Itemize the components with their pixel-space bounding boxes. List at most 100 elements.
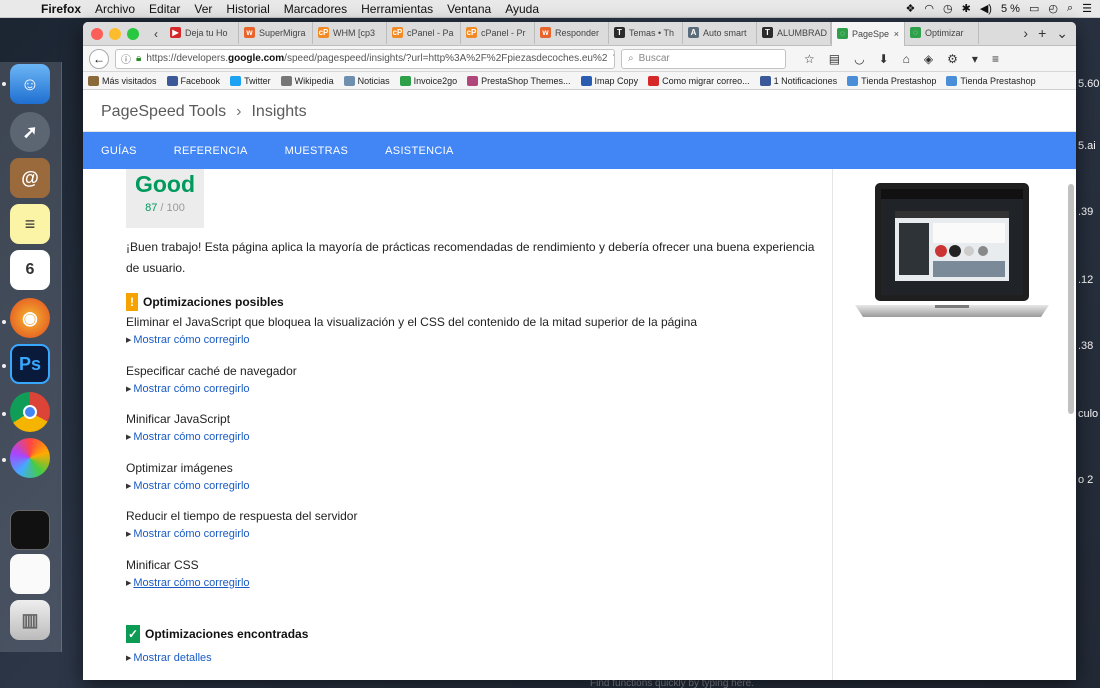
app-menu[interactable]: Firefox xyxy=(34,2,88,16)
bookmark-label: Invoice2go xyxy=(413,75,458,86)
triangle-right-icon: ▶ xyxy=(126,434,132,441)
lock-icon[interactable]: 🔒︎ xyxy=(136,53,141,64)
browser-tab[interactable]: cP WHM [cp3 xyxy=(313,22,387,44)
url-bar[interactable]: ⓘ 🔒︎ https://developers.google.com/speed… xyxy=(115,48,615,69)
bookmark-label: Más visitados xyxy=(102,75,157,86)
reading-list-icon[interactable]: ▤ xyxy=(829,52,840,66)
notes-icon[interactable]: ≡ xyxy=(10,204,50,244)
tab-scroll-right-icon[interactable]: › xyxy=(1023,25,1028,42)
bookmark-item[interactable]: Tienda Prestashop xyxy=(946,75,1036,86)
show-fix-link[interactable]: ▶ Mostrar cómo corregirlo xyxy=(126,431,826,443)
browser-tab[interactable]: A Auto smart xyxy=(683,22,757,44)
bookmark-star-icon[interactable]: ☆ xyxy=(804,52,815,66)
optimization-title: Eliminar el JavaScript que bloquea la vi… xyxy=(126,315,697,329)
bookmark-item[interactable]: Invoice2go xyxy=(399,75,458,86)
bookmark-item[interactable]: Como migrar correo... xyxy=(648,75,750,86)
extension-dropdown-icon[interactable]: ▾ xyxy=(972,52,978,66)
downloads-icon[interactable]: ⬇ xyxy=(879,52,889,66)
breadcrumb-root[interactable]: PageSpeed Tools xyxy=(101,103,226,121)
menu-ayuda[interactable]: Ayuda xyxy=(498,2,546,16)
menu-archivo[interactable]: Archivo xyxy=(88,2,142,16)
trash-icon[interactable]: ▥ xyxy=(10,600,50,640)
bookmark-item[interactable]: Wikipedia xyxy=(280,75,334,86)
info-icon[interactable]: ⓘ xyxy=(121,51,131,66)
minimize-window-icon[interactable] xyxy=(109,27,121,40)
show-fix-link[interactable]: ▶ Mostrar cómo corregirlo xyxy=(126,577,826,589)
show-fix-link[interactable]: ▶ Mostrar cómo corregirlo xyxy=(126,528,826,540)
menu-ventana[interactable]: Ventana xyxy=(440,2,498,16)
back-icon[interactable]: ← xyxy=(89,48,109,69)
photoshop-window-thumbnail[interactable] xyxy=(10,510,50,550)
bookmark-item[interactable]: Twitter xyxy=(230,75,271,86)
volume-icon[interactable]: ◀) xyxy=(980,2,992,15)
nav-referencia[interactable]: REFERENCIA xyxy=(174,145,248,157)
scrollbar[interactable] xyxy=(1068,184,1074,414)
dropbox-icon[interactable]: ❖ xyxy=(906,2,916,15)
menu-herramientas[interactable]: Herramientas xyxy=(354,2,440,16)
wifi-icon[interactable]: ◠ xyxy=(924,2,934,15)
show-fix-link-label: Mostrar cómo corregirlo xyxy=(133,431,250,443)
launchpad-icon[interactable]: ➚ xyxy=(10,112,50,152)
show-fix-link[interactable]: ▶ Mostrar cómo corregirlo xyxy=(126,383,826,395)
extension-icon[interactable]: ◈ xyxy=(924,52,933,66)
browser-tab[interactable]: T ALUMBRAD xyxy=(757,22,831,44)
results-content: Good 87 / 100 ¡Buen trabajo! Esta página… xyxy=(83,169,832,680)
calendar-icon[interactable]: 6 xyxy=(10,250,50,290)
bookmark-item[interactable]: Facebook xyxy=(166,75,221,86)
menu-editar[interactable]: Editar xyxy=(142,2,187,16)
bookmark-item[interactable]: 1 Notificaciones xyxy=(759,75,837,86)
bookmark-item[interactable]: Noticias xyxy=(343,75,390,86)
search-input[interactable]: ⌕ Buscar xyxy=(621,48,786,69)
tab-scroll-left-icon[interactable]: ‹ xyxy=(147,27,165,41)
bookmark-item[interactable]: Más visitados xyxy=(88,75,157,86)
nav-guias[interactable]: GUÍAS xyxy=(101,145,137,157)
browser-tab[interactable]: T Temas • Th xyxy=(609,22,683,44)
nav-asistencia[interactable]: ASISTENCIA xyxy=(385,145,453,157)
breadcrumb-current[interactable]: Insights xyxy=(251,103,306,121)
browser-tab[interactable]: ▶ Deja tu Ho xyxy=(165,22,239,44)
time-machine-icon[interactable]: ◷ xyxy=(943,2,953,15)
show-details-link[interactable]: ▶ Mostrar detalles xyxy=(126,652,826,664)
firefox-icon[interactable]: ◉ xyxy=(10,298,50,338)
zoom-window-icon[interactable] xyxy=(127,27,139,40)
close-tab-icon[interactable]: × xyxy=(894,29,899,39)
menu-historial[interactable]: Historial xyxy=(219,2,276,16)
spotlight-icon[interactable]: ⌕ xyxy=(1067,2,1073,15)
bookmark-label: Facebook xyxy=(180,75,221,86)
all-tabs-chevron-down-icon[interactable]: ⌄ xyxy=(1056,25,1068,42)
contacts-icon[interactable]: @ xyxy=(10,158,50,198)
extension-icon[interactable]: ⚙ xyxy=(947,52,958,66)
battery-percent[interactable]: 5 % xyxy=(1001,3,1020,15)
bookmark-item[interactable]: Tienda Prestashop xyxy=(847,75,936,86)
browser-tab[interactable]: ◌ PageSpe × xyxy=(831,22,905,46)
bookmark-item[interactable]: Imap Copy xyxy=(580,75,638,86)
new-tab-icon[interactable]: + xyxy=(1038,25,1046,42)
finder-icon[interactable]: ☺ xyxy=(10,64,50,104)
bluetooth-icon[interactable]: ✱ xyxy=(962,2,971,15)
browser-tab[interactable]: ◌ Optimizar xyxy=(905,22,979,44)
show-fix-link[interactable]: ▶ Mostrar cómo corregirlo xyxy=(126,480,826,492)
reload-icon[interactable]: ↻ xyxy=(612,52,614,65)
home-icon[interactable]: ⌂ xyxy=(903,52,910,66)
bookmark-icon xyxy=(648,75,660,86)
chrome-icon[interactable] xyxy=(10,392,50,432)
hamburger-menu-icon[interactable]: ≡ xyxy=(992,52,999,66)
show-fix-link[interactable]: ▶ Mostrar cómo corregirlo xyxy=(126,334,826,346)
battery-icon[interactable]: ▭ xyxy=(1029,2,1039,15)
browser-tab[interactable]: w Responder xyxy=(535,22,609,44)
bookmark-item[interactable]: PrestaShop Themes... xyxy=(467,75,571,86)
pocket-icon[interactable]: ◡ xyxy=(854,52,864,66)
photoshop-icon[interactable]: Ps xyxy=(10,344,50,384)
menu-marcadores[interactable]: Marcadores xyxy=(277,2,354,16)
clock-icon[interactable]: ◴ xyxy=(1048,2,1058,15)
nav-muestras[interactable]: MUESTRAS xyxy=(285,145,349,157)
browser-tab[interactable]: w SuperMigra xyxy=(239,22,313,44)
notification-center-icon[interactable]: ☰ xyxy=(1082,2,1092,15)
photos-icon[interactable] xyxy=(10,438,50,478)
browser-tab[interactable]: cP cPanel - Pa xyxy=(387,22,461,44)
browser-tab[interactable]: cP cPanel - Pr xyxy=(461,22,535,44)
tab-favicon-icon: T xyxy=(762,27,773,38)
document-thumbnail[interactable] xyxy=(10,554,50,594)
close-window-icon[interactable] xyxy=(91,27,103,40)
menu-ver[interactable]: Ver xyxy=(187,2,219,16)
